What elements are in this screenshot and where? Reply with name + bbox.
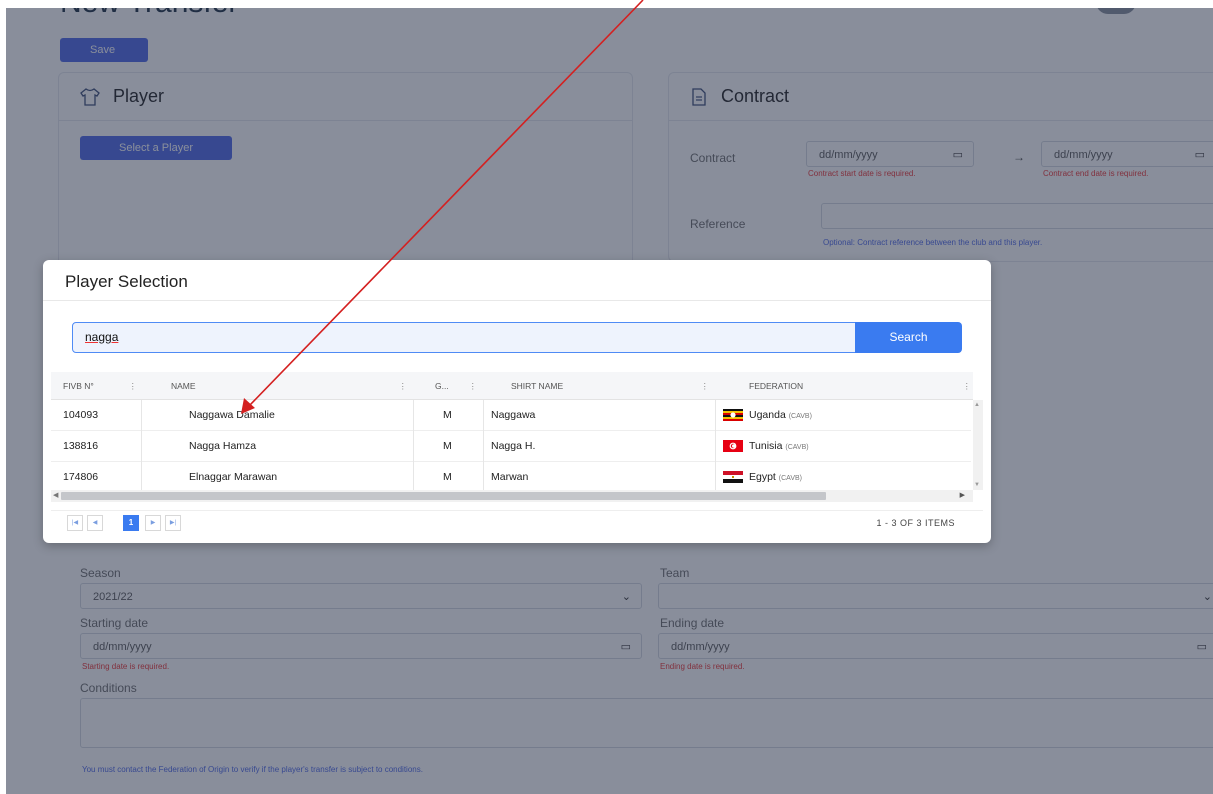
column-header-federation[interactable]: FEDERATION ⋮ bbox=[715, 372, 973, 400]
scroll-down-icon[interactable]: ▼ bbox=[974, 482, 980, 488]
players-grid: FIVB N° ⋮ NAME ⋮ G... ⋮ SHIRT NAME ⋮ FEDERAT… bbox=[51, 372, 983, 508]
cell-fivb: 104093 bbox=[63, 409, 99, 421]
cell-fivb: 174806 bbox=[63, 471, 99, 483]
tunisia-flag-icon bbox=[723, 440, 743, 452]
column-header-shirt-name[interactable]: SHIRT NAME ⋮ bbox=[483, 372, 715, 400]
scrollbar-thumb[interactable] bbox=[61, 492, 826, 500]
confederation: (CAVB) bbox=[788, 413, 812, 420]
table-row[interactable]: 138816 Nagga Hamza M Nagga H. Tunisia (C… bbox=[51, 431, 971, 462]
screenshot-border-top bbox=[0, 0, 1213, 8]
table-row[interactable]: 174806 Elnaggar Marawan M Marwan Egypt (… bbox=[51, 462, 971, 493]
column-header-name[interactable]: NAME ⋮ bbox=[141, 372, 413, 400]
table-row[interactable]: 104093 Naggawa Damalie M Naggawa Uganda … bbox=[51, 400, 971, 431]
federation-name: Tunisia bbox=[749, 440, 783, 452]
cell-shirt-name: Naggawa bbox=[491, 409, 536, 421]
federation-name: Egypt bbox=[749, 471, 776, 483]
cell-shirt-name: Marwan bbox=[491, 471, 529, 483]
first-page-button[interactable]: |◀ bbox=[67, 515, 83, 531]
search-input[interactable]: nagga bbox=[72, 322, 856, 353]
column-menu-icon[interactable]: ⋮ bbox=[399, 372, 408, 400]
search-bar: nagga Search bbox=[72, 322, 962, 353]
confederation: (CAVB) bbox=[778, 475, 802, 482]
column-header-gender[interactable]: G... ⋮ bbox=[413, 372, 483, 400]
column-divider bbox=[483, 400, 484, 490]
column-header-fivb[interactable]: FIVB N° ⋮ bbox=[51, 372, 141, 400]
divider bbox=[43, 300, 991, 301]
cell-federation: Tunisia (CAVB) bbox=[723, 431, 963, 462]
last-page-button[interactable]: ▶| bbox=[165, 515, 181, 531]
cell-gender: M bbox=[443, 440, 452, 452]
column-divider bbox=[413, 400, 414, 490]
player-selection-modal: Player Selection nagga Search FIVB N° ⋮ N… bbox=[43, 260, 991, 543]
search-button[interactable]: Search bbox=[855, 322, 962, 353]
cell-gender: M bbox=[443, 409, 452, 421]
pager-info: 1 - 3 OF 3 ITEMS bbox=[876, 518, 955, 528]
horizontal-scrollbar[interactable]: ◀ ▶ bbox=[51, 490, 973, 502]
scroll-left-icon[interactable]: ◀ bbox=[53, 490, 58, 502]
column-menu-icon[interactable]: ⋮ bbox=[963, 372, 972, 400]
modal-title: Player Selection bbox=[65, 272, 188, 291]
cell-name: Elnaggar Marawan bbox=[189, 471, 278, 483]
next-page-button[interactable]: ▶ bbox=[145, 515, 161, 531]
cell-gender: M bbox=[443, 471, 452, 483]
column-divider bbox=[715, 400, 716, 490]
scroll-right-icon[interactable]: ▶ bbox=[960, 490, 965, 502]
egypt-flag-icon bbox=[723, 471, 743, 483]
cell-fivb: 138816 bbox=[63, 440, 99, 452]
column-divider bbox=[141, 400, 142, 490]
federation-name: Uganda bbox=[749, 409, 786, 421]
cell-federation: Uganda (CAVB) bbox=[723, 400, 963, 431]
cell-federation: Egypt (CAVB) bbox=[723, 462, 963, 493]
cell-shirt-name: Nagga H. bbox=[491, 440, 536, 452]
column-menu-icon[interactable]: ⋮ bbox=[469, 372, 478, 400]
uganda-flag-icon bbox=[723, 409, 743, 421]
scroll-up-icon[interactable]: ▲ bbox=[974, 402, 980, 408]
column-menu-icon[interactable]: ⋮ bbox=[701, 372, 710, 400]
column-menu-icon[interactable]: ⋮ bbox=[129, 372, 138, 400]
screenshot-border-left bbox=[0, 0, 6, 794]
prev-page-button[interactable]: ◀ bbox=[87, 515, 103, 531]
cell-name: Nagga Hamza bbox=[189, 440, 257, 452]
vertical-scrollbar[interactable]: ▲ ▼ bbox=[973, 400, 983, 490]
confederation: (CAVB) bbox=[785, 444, 809, 451]
cell-name: Naggawa Damalie bbox=[189, 409, 275, 421]
page-button[interactable]: 1 bbox=[123, 515, 139, 531]
pager: |◀ ◀ 1 ▶ ▶| 1 - 3 OF 3 ITEMS bbox=[51, 510, 983, 536]
